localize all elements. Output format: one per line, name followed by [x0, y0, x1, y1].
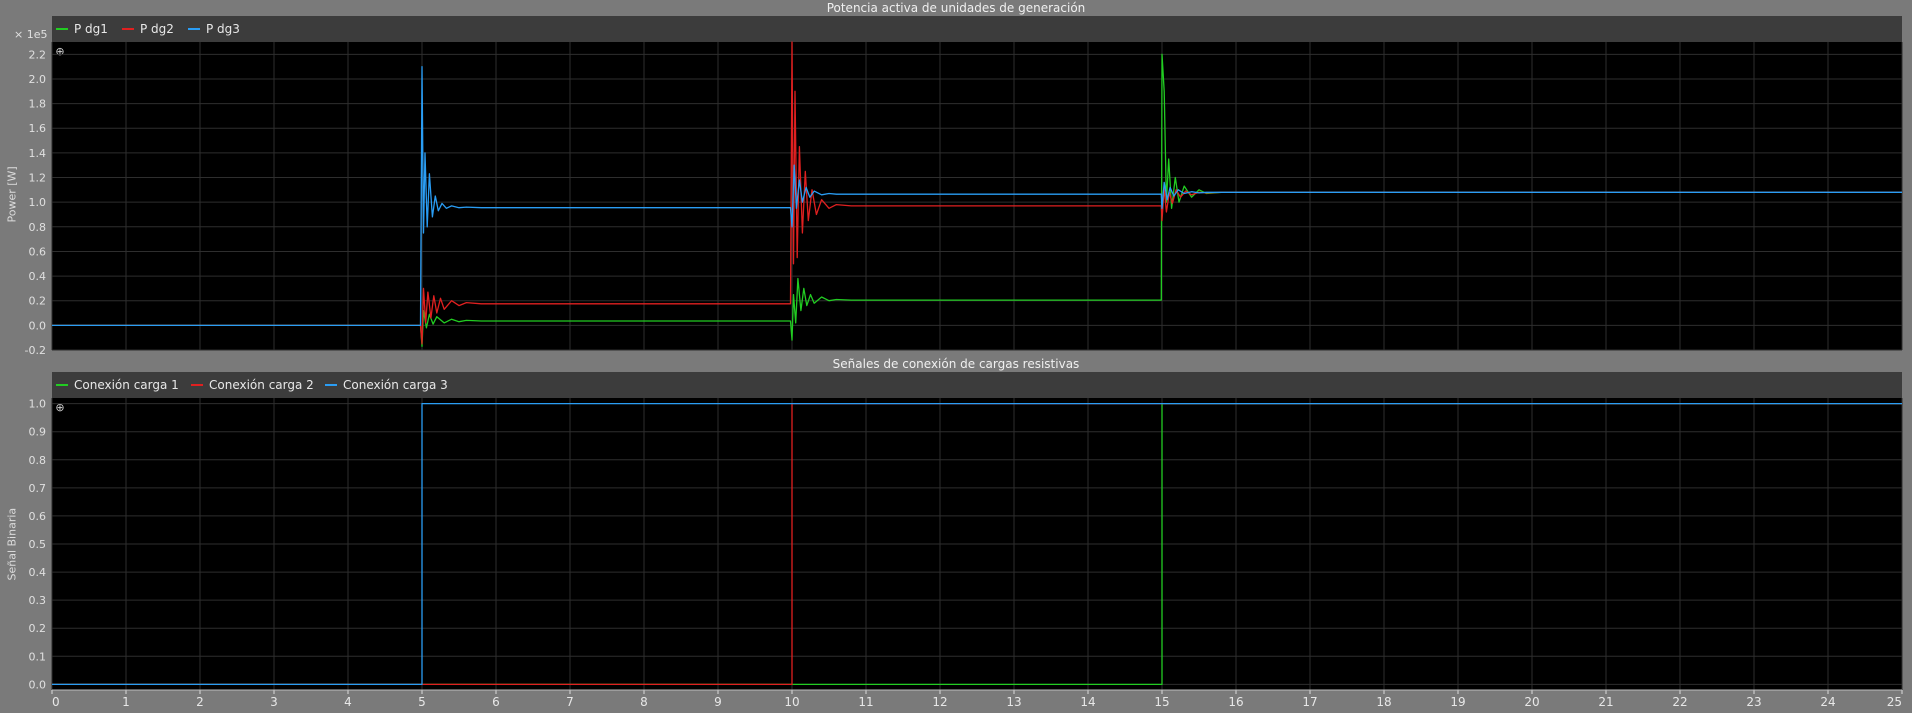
- legend-swatch: [325, 383, 337, 386]
- legend-swatch: [56, 27, 68, 30]
- y-tick-label: 0.5: [29, 538, 47, 551]
- x-tick-label: 10: [784, 695, 799, 709]
- legend-item-p-dg2[interactable]: P dg2: [122, 16, 174, 42]
- legend-item-p-dg3[interactable]: P dg3: [188, 16, 240, 42]
- y-tick-label: 1.4: [29, 147, 47, 160]
- x-tick-label: 9: [714, 695, 722, 709]
- x-tick-label: 20: [1524, 695, 1539, 709]
- legend-item-p-dg1[interactable]: P dg1: [56, 16, 108, 42]
- x-tick-label: 19: [1450, 695, 1465, 709]
- x-tick-label: 12: [932, 695, 947, 709]
- chart-title-signals: Señales de conexión de cargas resistivas: [832, 357, 1080, 371]
- plot-area-power[interactable]: [52, 42, 1902, 350]
- y-tick-label: 0.2: [29, 295, 47, 308]
- y-tick-label: 0.8: [29, 221, 47, 234]
- x-tick-label: 8: [640, 695, 648, 709]
- x-tick-label: 18: [1376, 695, 1391, 709]
- y-tick-label: 1.0: [29, 196, 47, 209]
- legend-item-conexion-carga-1[interactable]: Conexión carga 1: [56, 372, 179, 398]
- y-tick-label: 1.2: [29, 172, 47, 185]
- x-tick-label: 1: [122, 695, 130, 709]
- legend-label: P dg1: [74, 22, 108, 36]
- chart-title-power: Potencia activa de unidades de generació…: [826, 1, 1086, 15]
- legend-bar-signals: Conexión carga 1 Conexión carga 2 Conexi…: [52, 372, 1902, 398]
- legend-bar-power: P dg1 P dg2 P dg3: [52, 16, 1902, 42]
- y-tick-label: 0.9: [29, 426, 47, 439]
- y-tick-label: 0.0: [29, 319, 47, 332]
- y-tick-label: 0.7: [29, 482, 47, 495]
- zoom-reset-icon[interactable]: ⊕: [54, 46, 66, 58]
- x-tick-label: 2: [196, 695, 204, 709]
- legend-label: P dg2: [140, 22, 174, 36]
- x-tick-label: 6: [492, 695, 500, 709]
- legend-label: Conexión carga 3: [343, 378, 448, 392]
- legend-swatch: [122, 27, 134, 30]
- y-tick-label: 0.4: [29, 270, 47, 283]
- y-tick-label: 0.6: [29, 510, 47, 523]
- x-tick-label: 24: [1820, 695, 1835, 709]
- x-tick-label: 3: [270, 695, 278, 709]
- zoom-reset-icon[interactable]: ⊕: [54, 402, 66, 414]
- legend-swatch: [191, 383, 203, 386]
- y-tick-label: 0.4: [29, 566, 47, 579]
- y-tick-label: 2.2: [29, 48, 47, 61]
- legend-item-conexion-carga-3[interactable]: Conexión carga 3: [325, 372, 448, 398]
- x-tick-label: 14: [1080, 695, 1095, 709]
- y-axis-label-power: Power [W]: [5, 166, 19, 223]
- plot-area-signals[interactable]: [52, 398, 1902, 690]
- x-tick-label: 15: [1154, 695, 1169, 709]
- y-tick-label: 0.6: [29, 245, 47, 258]
- x-tick-label: 23: [1746, 695, 1761, 709]
- legend-item-conexion-carga-2[interactable]: Conexión carga 2: [191, 372, 314, 398]
- y-tick-label: 0.2: [29, 622, 47, 635]
- x-tick-label: 22: [1672, 695, 1687, 709]
- x-tick-label: 5: [418, 695, 426, 709]
- y-tick-label: 0.0: [29, 678, 47, 691]
- y-axis-label-signals: Señal Binaria: [5, 507, 19, 581]
- y-tick-label: 2.0: [29, 73, 47, 86]
- x-tick-label: 16: [1228, 695, 1243, 709]
- legend-label: Conexión carga 2: [209, 378, 314, 392]
- x-tick-label: 17: [1302, 695, 1317, 709]
- legend-swatch: [56, 383, 68, 386]
- y-tick-label: 0.1: [29, 650, 47, 663]
- x-tick-label: 21: [1598, 695, 1613, 709]
- x-tick-label: 13: [1006, 695, 1021, 709]
- legend-swatch: [188, 27, 200, 30]
- y-tick-label: 0.8: [29, 454, 47, 467]
- x-tick-label: 4: [344, 695, 352, 709]
- x-tick-label: 11: [858, 695, 873, 709]
- legend-label: P dg3: [206, 22, 240, 36]
- legend-label: Conexión carga 1: [74, 378, 179, 392]
- y-scale-factor: × 1e5: [14, 28, 48, 41]
- x-tick-label: 7: [566, 695, 574, 709]
- x-tick-label: 0: [52, 695, 60, 709]
- y-tick-label: 1.0: [29, 398, 47, 411]
- y-tick-label: 1.6: [29, 122, 47, 135]
- y-tick-label: 1.8: [29, 98, 47, 111]
- y-tick-label: 0.3: [29, 594, 47, 607]
- x-tick-label: 25: [1887, 695, 1902, 709]
